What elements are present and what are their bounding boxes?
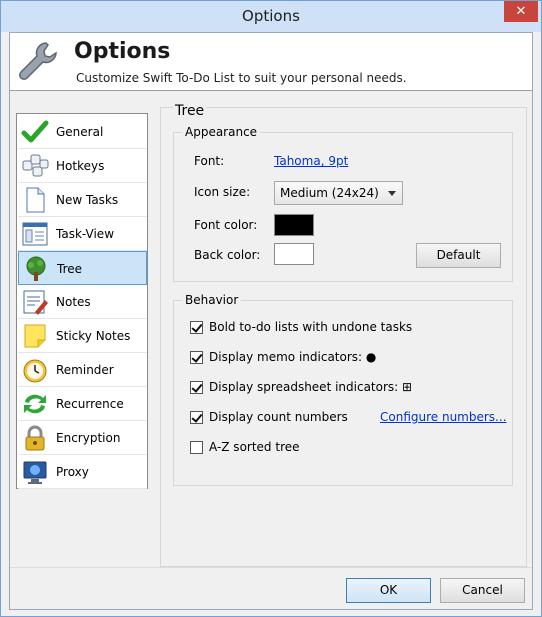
az-sorted-label: A-Z sorted tree [209, 440, 300, 454]
options-window: Options ✕ Options Customize Swift To-Do … [0, 0, 542, 617]
checkmark-icon [21, 120, 49, 143]
dialog-client: Options Customize Swift To-Do List to su… [9, 32, 533, 610]
sidebar-item-notes[interactable]: Notes [18, 285, 147, 319]
ok-button[interactable]: OK [346, 578, 431, 603]
spreadsheet-indicators-checkbox[interactable] [190, 381, 203, 394]
close-button[interactable]: ✕ [504, 1, 538, 22]
sticky-note-icon [24, 324, 46, 348]
sidebar-item-label: Encryption [56, 431, 121, 445]
sidebar-item-label: Sticky Notes [56, 329, 131, 343]
sidebar-item-label: New Tasks [56, 193, 119, 207]
notes-icon [23, 290, 48, 315]
recurrence-arrows-icon [24, 394, 46, 414]
panel-title: Tree [173, 103, 207, 119]
sidebar-item-label: Proxy [56, 465, 89, 479]
sidebar-item-recurrence[interactable]: Recurrence [18, 387, 147, 421]
title-bar[interactable]: Options ✕ [1, 1, 541, 32]
sidebar-item-tree[interactable]: Tree [18, 251, 147, 285]
font-link[interactable]: Tahoma, 9pt [274, 154, 348, 168]
font-color-label: Font color: [194, 218, 258, 232]
task-view-icon [22, 222, 48, 246]
monitor-globe-icon [23, 461, 47, 484]
sidebar-item-label: Tree [57, 262, 83, 276]
sidebar-item-label: Task-View [56, 227, 115, 241]
dialog-header: Options Customize Swift To-Do List to su… [10, 33, 532, 91]
wrench-icon [19, 42, 57, 80]
behavior-group: Behavior Bold to-do lists with undone ta… [173, 293, 513, 486]
count-numbers-label: Display count numbers [209, 410, 348, 424]
sidebar-item-task-view[interactable]: Task-View [18, 217, 147, 251]
page-subtitle: Customize Swift To-Do List to suit your … [76, 71, 407, 85]
dialog-footer: OK Cancel [10, 567, 532, 609]
padlock-icon [25, 425, 45, 451]
sidebar-item-label: Notes [56, 295, 91, 309]
tree-settings-panel: Tree Appearance Font: Tahoma, 9pt Icon s… [160, 103, 527, 567]
bold-undone-checkbox[interactable] [190, 321, 203, 334]
sidebar-item-label: Recurrence [56, 397, 124, 411]
memo-indicators-checkbox[interactable] [190, 351, 203, 364]
icon-size-value: Medium (24x24) [280, 186, 379, 200]
category-list: General Hotkeys New Tasks Task-View Tree… [16, 113, 148, 489]
sidebar-item-proxy[interactable]: Proxy [18, 455, 147, 489]
sidebar-item-hotkeys[interactable]: Hotkeys [18, 149, 147, 183]
memo-indicators-label: Display memo indicators: ● [209, 350, 377, 364]
page-title: Options [74, 39, 171, 64]
behavior-group-title: Behavior [182, 293, 242, 307]
alarm-clock-icon [23, 359, 47, 383]
sidebar-item-new-tasks[interactable]: New Tasks [18, 183, 147, 217]
font-color-swatch[interactable] [274, 214, 314, 236]
back-color-label: Back color: [194, 248, 261, 262]
count-numbers-checkbox[interactable] [190, 411, 203, 424]
sidebar-item-general[interactable]: General [18, 115, 147, 149]
sidebar-item-label: Hotkeys [56, 159, 105, 173]
appearance-group-title: Appearance [182, 125, 261, 139]
tree-icon [26, 256, 46, 281]
appearance-group: Appearance Font: Tahoma, 9pt Icon size: … [173, 125, 513, 282]
icon-size-label: Icon size: [194, 185, 251, 199]
window-title: Options [242, 7, 300, 25]
font-label: Font: [194, 154, 225, 168]
configure-numbers-link[interactable]: Configure numbers... [380, 410, 507, 424]
default-button[interactable]: Default [416, 243, 501, 268]
sidebar-item-sticky-notes[interactable]: Sticky Notes [18, 319, 147, 353]
icon-size-select[interactable]: Medium (24x24) [274, 181, 403, 205]
chevron-down-icon [388, 191, 396, 196]
sidebar-item-label: Reminder [56, 363, 114, 377]
sidebar-item-reminder[interactable]: Reminder [18, 353, 147, 387]
az-sorted-checkbox[interactable] [190, 441, 203, 454]
sidebar-item-label: General [56, 125, 104, 139]
cancel-button[interactable]: Cancel [440, 578, 525, 603]
keyboard-icon [22, 154, 49, 177]
back-color-swatch[interactable] [274, 243, 314, 265]
close-icon: ✕ [515, 4, 527, 19]
new-document-icon [26, 187, 45, 213]
bold-undone-label: Bold to-do lists with undone tasks [209, 320, 413, 334]
spreadsheet-indicators-label: Display spreadsheet indicators: ⊞ [209, 380, 413, 394]
sidebar-item-encryption[interactable]: Encryption [18, 421, 147, 455]
